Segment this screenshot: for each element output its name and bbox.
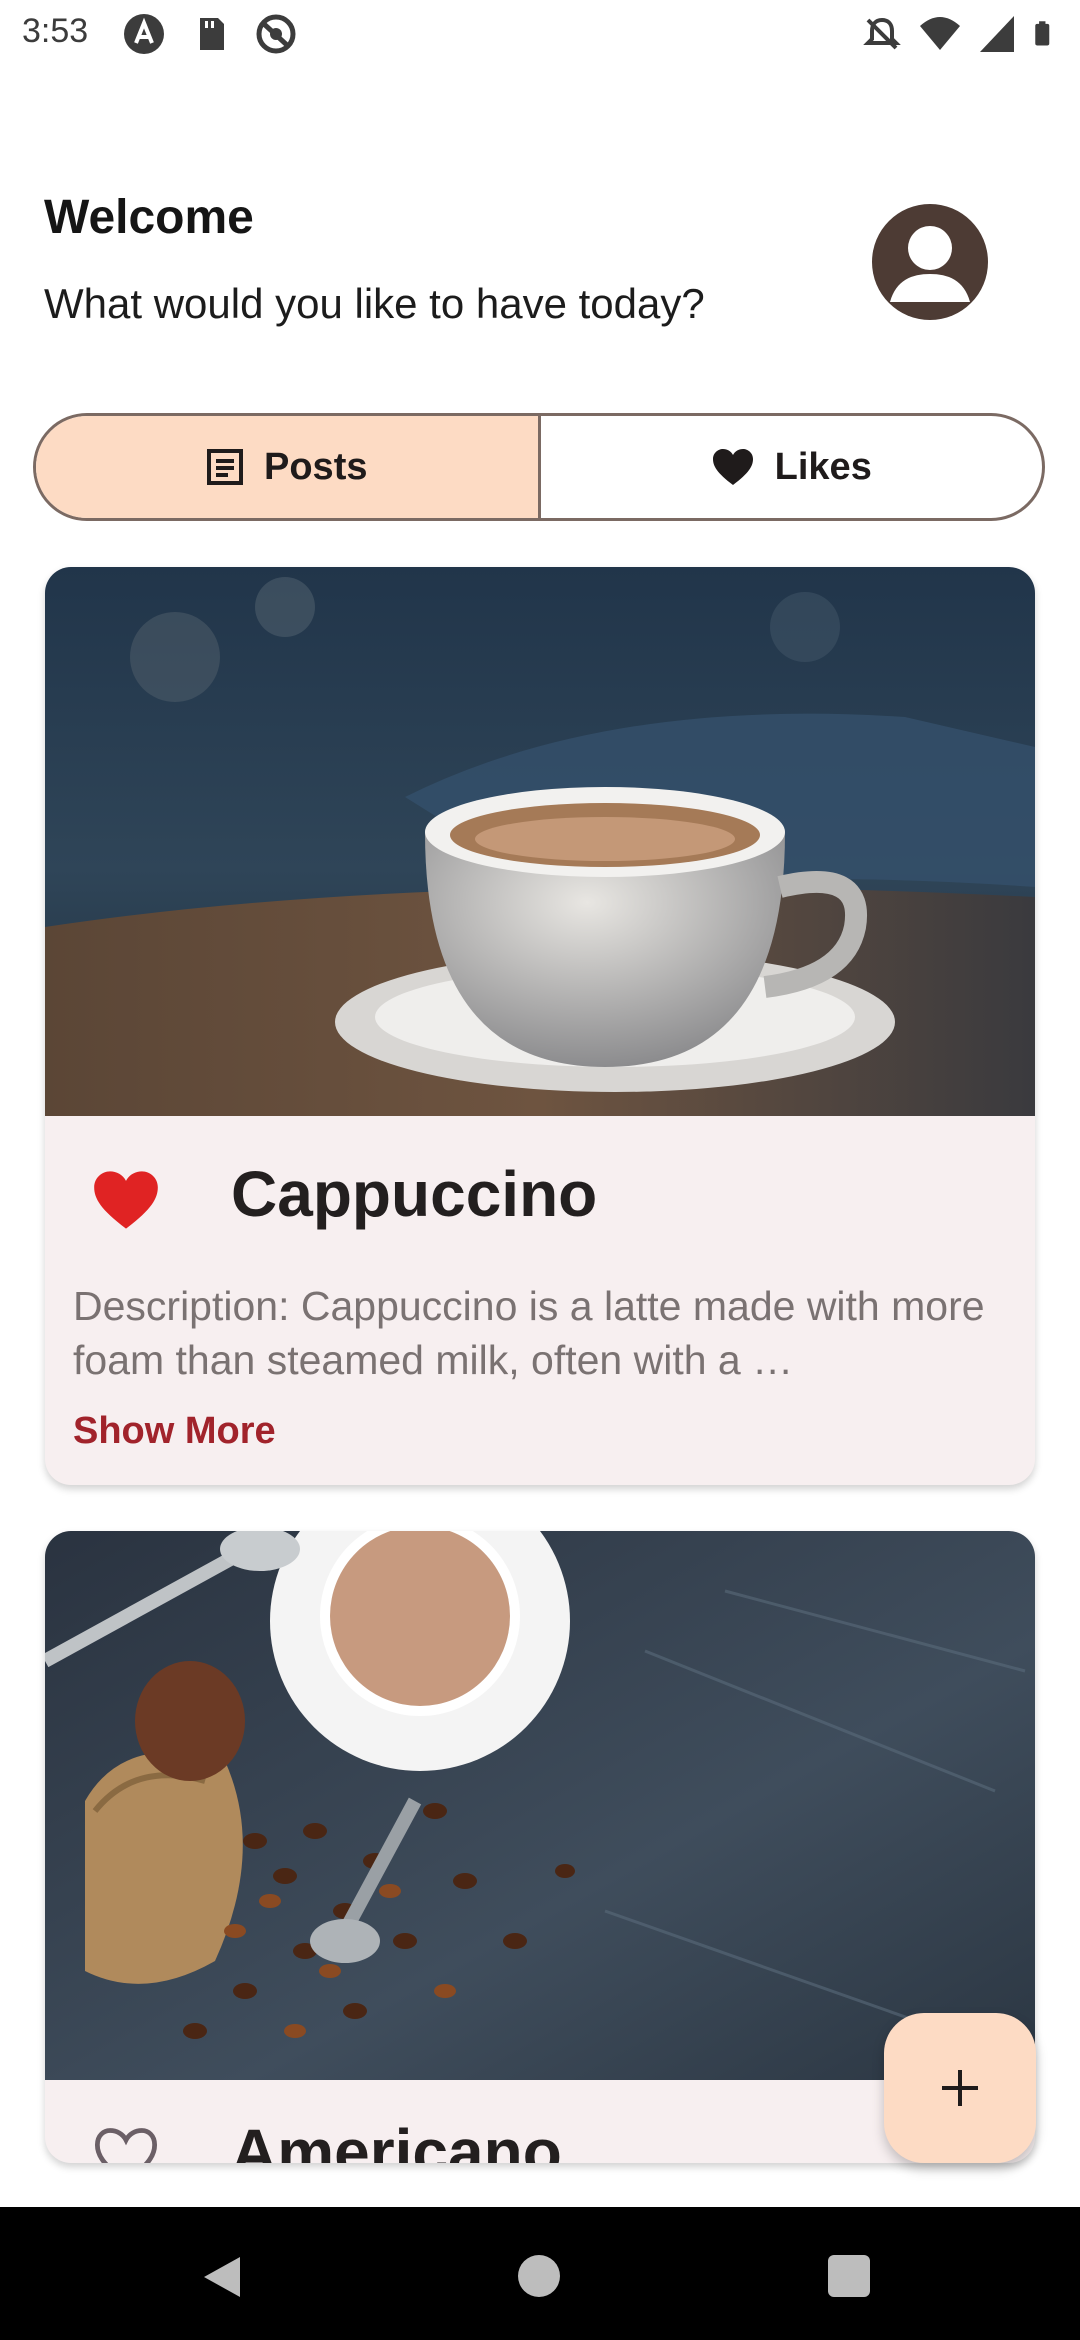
show-more-button[interactable]: Show More [73, 1410, 276, 1453]
tab-posts-label: Posts [264, 445, 368, 488]
like-heart-outline-icon[interactable] [91, 2123, 161, 2163]
welcome-title: Welcome [44, 191, 254, 244]
account-circle-icon[interactable] [872, 204, 988, 320]
back-icon[interactable] [200, 2255, 244, 2299]
sd-card-icon [200, 18, 224, 50]
post-description: Description: Cappuccino is a latte made … [73, 1283, 985, 1383]
signal-icon [980, 16, 1014, 52]
heart-icon [712, 449, 753, 485]
home-icon[interactable] [518, 2255, 560, 2297]
status-time: 3:53 [22, 12, 89, 50]
wifi-icon [920, 17, 960, 50]
tab-likes[interactable]: Likes [541, 416, 1043, 518]
at-icon [256, 14, 296, 54]
article-icon [207, 449, 243, 485]
post-title: Americano [231, 2116, 562, 2163]
post-image [45, 1531, 1035, 2080]
segmented-control: Posts Likes [33, 413, 1045, 521]
plus-icon [942, 2070, 978, 2106]
post-card[interactable]: Cappuccino Description: Cappuccino is a … [45, 567, 1035, 1485]
battery-icon [1035, 21, 1050, 46]
recents-icon[interactable] [828, 2255, 870, 2297]
post-image [45, 567, 1035, 1116]
a-icon [124, 14, 164, 54]
status-bar: 3:53 [0, 0, 1080, 66]
mute-icon [863, 17, 901, 50]
navigation-bar [0, 2207, 1080, 2340]
tab-posts[interactable]: Posts [36, 416, 541, 518]
like-heart-icon[interactable] [91, 1167, 161, 1233]
welcome-subtitle: What would you like to have today? [44, 280, 705, 327]
post-title: Cappuccino [231, 1158, 598, 1230]
add-post-button[interactable] [884, 2013, 1036, 2163]
tab-likes-label: Likes [774, 445, 872, 488]
